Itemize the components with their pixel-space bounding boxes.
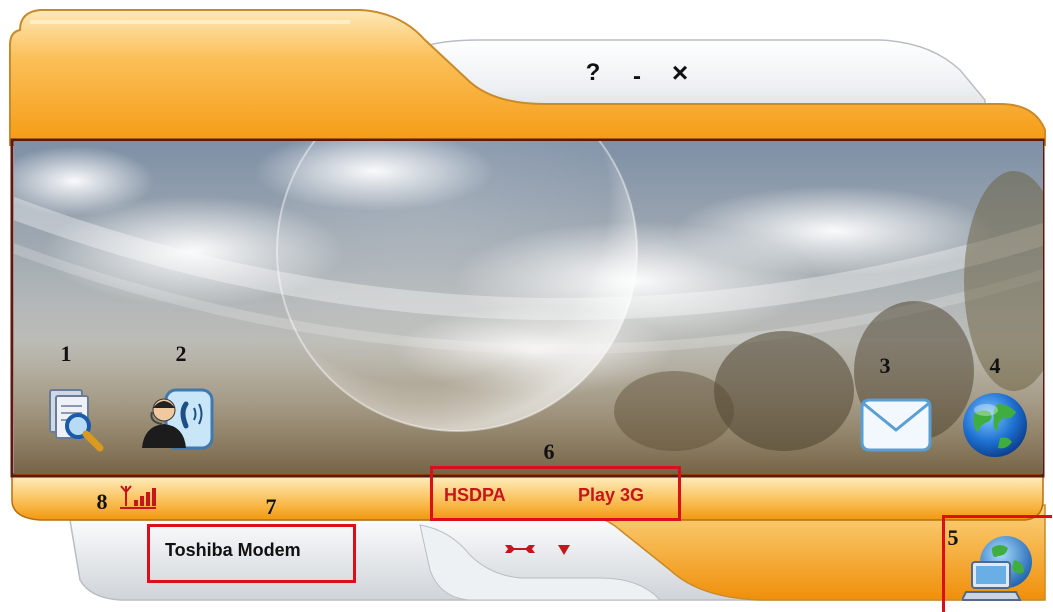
network-type-label: HSDPA: [444, 485, 506, 505]
globe-icon[interactable]: [960, 390, 1030, 460]
signal-strength-icon: [120, 482, 156, 510]
wrench-icon[interactable]: [503, 538, 537, 560]
callout-3: 3: [879, 353, 891, 378]
callout-1: 1: [60, 341, 72, 366]
minimize-button[interactable]: -: [623, 62, 651, 92]
callout-6: 6: [543, 439, 555, 464]
contact-phone-icon[interactable]: [136, 386, 216, 452]
callout-4: 4: [989, 353, 1001, 378]
callout-2: 2: [175, 341, 187, 366]
help-button[interactable]: ?: [579, 58, 607, 88]
envelope-icon[interactable]: [858, 394, 934, 454]
device-name-label: Toshiba Modem: [165, 540, 301, 560]
callout-8: 8: [96, 489, 108, 514]
close-button[interactable]: ×: [666, 58, 694, 88]
search-document-icon[interactable]: [44, 386, 106, 452]
operator-name-label: Play 3G: [578, 485, 645, 505]
network-computer-icon[interactable]: [960, 532, 1040, 604]
callout-7: 7: [265, 494, 277, 519]
chevron-down-icon[interactable]: [556, 541, 572, 557]
